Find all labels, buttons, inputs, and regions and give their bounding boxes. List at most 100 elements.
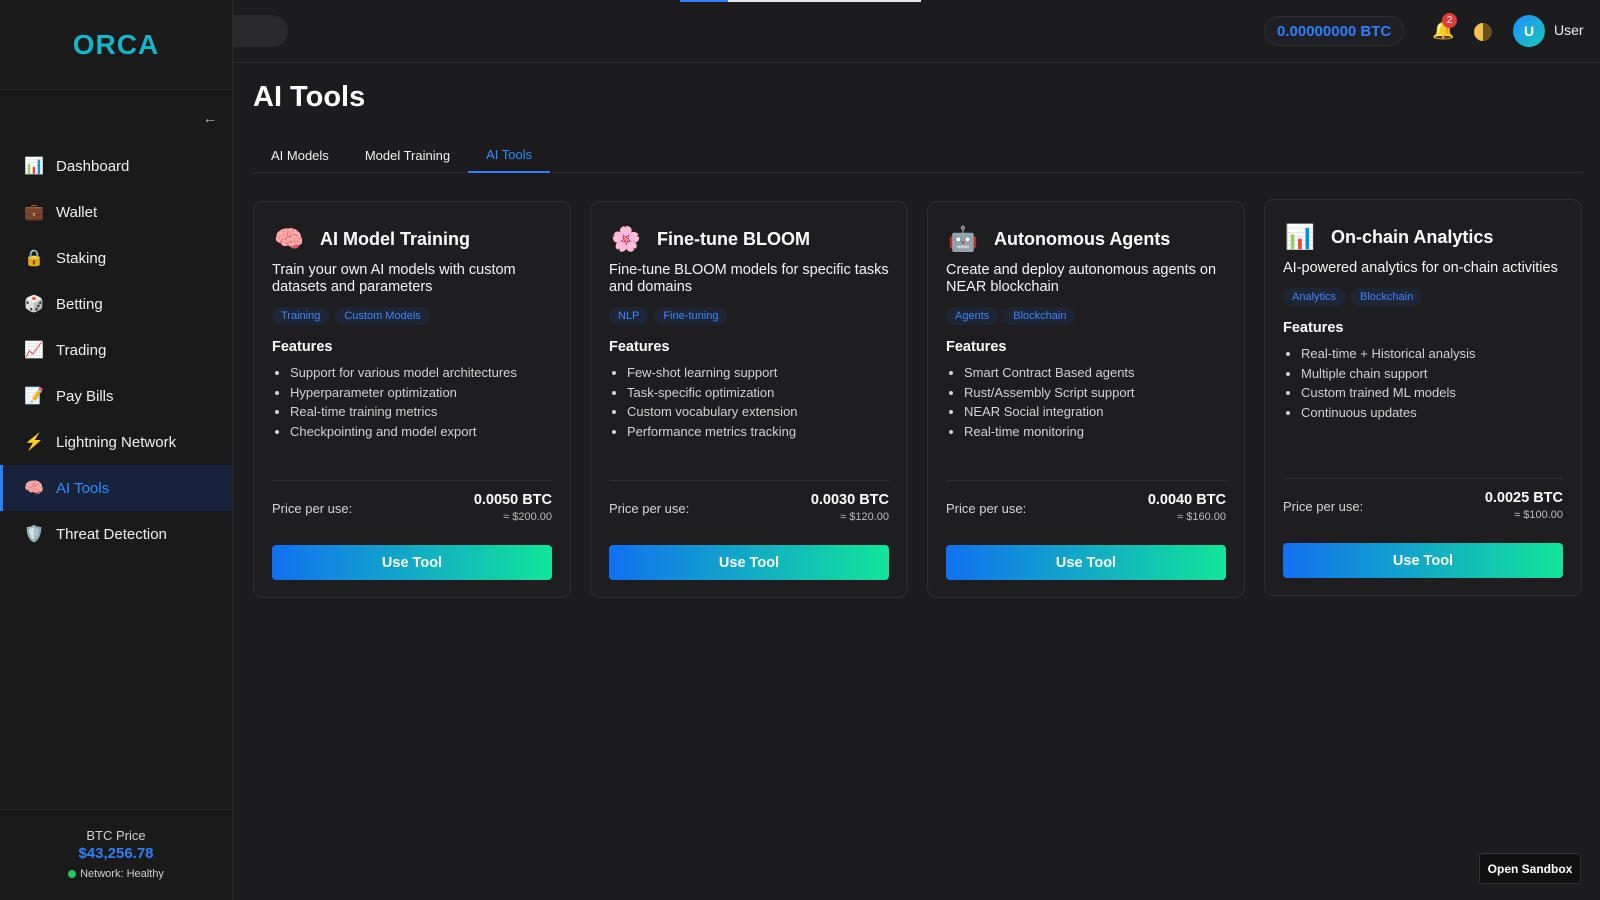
- tool-card-fine-tune-bloom: 🌸 Fine-tune BLOOM Fine-tune BLOOM models…: [590, 201, 908, 598]
- price-usd: ≈ $120.00: [840, 511, 889, 523]
- btc-price-label: BTC Price: [86, 828, 146, 843]
- card-divider: [272, 480, 552, 481]
- card-title: On-chain Analytics: [1331, 226, 1494, 247]
- feature-item: Real-time training metrics: [290, 402, 552, 422]
- tab-model-training[interactable]: Model Training: [347, 138, 468, 173]
- features-heading: Features: [272, 339, 333, 355]
- tool-card-ai-model-training: 🧠 AI Model Training Train your own AI mo…: [253, 201, 571, 598]
- sidebar-item-label: AI Tools: [56, 479, 110, 497]
- use-tool-button[interactable]: Use Tool: [1283, 543, 1563, 578]
- card-divider: [946, 480, 1226, 481]
- btc-balance-badge[interactable]: 0.00000000 BTC: [1264, 16, 1405, 46]
- card-header: 🌸 Fine-tune BLOOM: [609, 222, 889, 256]
- feature-item: Hyperparameter optimization: [290, 383, 552, 403]
- sidebar-item-label: Trading: [56, 341, 107, 359]
- feature-item: NEAR Social integration: [964, 402, 1226, 422]
- card-tags: Training Custom Models: [272, 307, 552, 325]
- price-usd: ≈ $200.00: [503, 511, 552, 523]
- shield-icon: 🛡️: [24, 526, 44, 543]
- feature-item: Real-time + Historical analysis: [1301, 344, 1563, 364]
- price-usd: ≈ $160.00: [1177, 511, 1226, 523]
- feature-item: Custom trained ML models: [1301, 383, 1563, 403]
- sidebar-item-threat-detection[interactable]: 🛡️ Threat Detection: [0, 511, 232, 557]
- tag: Blockchain: [1004, 307, 1076, 325]
- use-tool-button[interactable]: Use Tool: [272, 545, 552, 580]
- price-btc: 0.0050 BTC: [473, 492, 552, 508]
- feature-item: Real-time monitoring: [964, 422, 1226, 442]
- price-usd: ≈ $100.00: [1514, 509, 1563, 521]
- card-description: AI-powered analytics for on-chain activi…: [1283, 260, 1558, 276]
- card-description: Fine-tune BLOOM models for specific task…: [609, 262, 889, 295]
- features-heading: Features: [609, 339, 670, 355]
- feature-item: Checkpointing and model export: [290, 422, 552, 442]
- tag: Agents: [946, 307, 999, 325]
- theme-toggle-icon[interactable]: [1474, 23, 1492, 41]
- feature-item: Support for various model architectures: [290, 363, 552, 383]
- tab-ai-tools[interactable]: AI Tools: [468, 138, 551, 173]
- sidebar-item-lightning-network[interactable]: ⚡ Lightning Network: [0, 419, 232, 465]
- feature-item: Performance metrics tracking: [627, 422, 889, 442]
- sidebar-item-label: Lightning Network: [56, 433, 177, 451]
- btc-price-value: $43,256.78: [78, 845, 154, 862]
- app-logo[interactable]: ORCA: [73, 29, 159, 61]
- card-description: Train your own AI models with custom dat…: [272, 262, 516, 295]
- sidebar-item-ai-tools[interactable]: 🧠 AI Tools: [0, 465, 232, 511]
- card-divider: [1283, 478, 1563, 479]
- sidebar-item-staking[interactable]: 🔒 Staking: [0, 235, 232, 281]
- notification-bell-icon[interactable]: 🔔 2: [1432, 13, 1457, 42]
- sidebar-item-label: Betting: [56, 295, 103, 313]
- feature-item: Custom vocabulary extension: [627, 402, 889, 422]
- brain-icon: 🧠: [24, 480, 44, 497]
- open-sandbox-button[interactable]: Open Sandbox: [1479, 853, 1581, 884]
- price-values: 0.0025 BTC ≈ $100.00: [1485, 490, 1563, 521]
- price-label: Price per use:: [946, 501, 1027, 516]
- sidebar-item-label: Wallet: [56, 203, 98, 221]
- card-title: Fine-tune BLOOM: [657, 228, 810, 249]
- briefcase-icon: 💼: [24, 204, 44, 221]
- tool-card-on-chain-analytics: 📊 On-chain Analytics AI-powered analytic…: [1264, 199, 1582, 596]
- lock-icon: 🔒: [24, 250, 44, 267]
- use-tool-button[interactable]: Use Tool: [609, 545, 889, 580]
- memo-icon: 📝: [24, 388, 44, 405]
- loading-progress-bar: [680, 0, 921, 2]
- card-title: Autonomous Agents: [994, 228, 1171, 249]
- dice-icon: 🎲: [24, 296, 44, 313]
- avatar[interactable]: U: [1513, 15, 1545, 47]
- sidebar-item-wallet[interactable]: 💼 Wallet: [0, 189, 232, 235]
- search-pill[interactable]: [233, 15, 288, 47]
- tag: Fine-tuning: [654, 307, 728, 325]
- sidebar-item-label: Staking: [56, 249, 107, 267]
- tag: Blockchain: [1351, 288, 1423, 306]
- features-heading: Features: [1283, 320, 1344, 336]
- tab-ai-models[interactable]: AI Models: [253, 138, 347, 173]
- sidebar-item-dashboard[interactable]: 📊 Dashboard: [0, 143, 232, 189]
- line-chart-icon: 📈: [24, 342, 44, 359]
- card-header: 🤖 Autonomous Agents: [946, 222, 1226, 256]
- tool-cards: 🧠 AI Model Training Train your own AI mo…: [253, 199, 1583, 598]
- price-label: Price per use:: [609, 501, 690, 516]
- bar-chart-icon: 📊: [1285, 223, 1315, 251]
- sidebar-item-betting[interactable]: 🎲 Betting: [0, 281, 232, 327]
- price-row: Price per use: 0.0040 BTC ≈ $160.00: [946, 492, 1226, 523]
- price-row: Price per use: 0.0025 BTC ≈ $100.00: [1283, 490, 1563, 521]
- network-status: Network: Healthy: [0, 868, 232, 880]
- use-tool-button[interactable]: Use Tool: [946, 545, 1226, 580]
- price-label: Price per use:: [272, 501, 353, 516]
- sidebar-nav: 📊 Dashboard 💼 Wallet 🔒 Staking 🎲 Betting…: [0, 143, 232, 557]
- sidebar-item-trading[interactable]: 📈 Trading: [0, 327, 232, 373]
- user-name[interactable]: User: [1554, 22, 1584, 38]
- features-list: Smart Contract Based agents Rust/Assembl…: [946, 363, 1226, 441]
- collapse-sidebar-icon[interactable]: ←: [200, 108, 220, 128]
- tag: Training: [272, 307, 330, 325]
- tag: Analytics: [1283, 288, 1346, 306]
- notification-count-badge: 2: [1442, 13, 1457, 28]
- price-values: 0.0050 BTC ≈ $200.00: [474, 492, 552, 523]
- sidebar-item-label: Dashboard: [56, 157, 130, 175]
- sidebar: ORCA ← 📊 Dashboard 💼 Wallet 🔒 Staking 🎲 …: [0, 0, 233, 900]
- price-values: 0.0030 BTC ≈ $120.00: [811, 492, 889, 523]
- tag: NLP: [609, 307, 649, 325]
- sidebar-item-pay-bills[interactable]: 📝 Pay Bills: [0, 373, 232, 419]
- feature-item: Task-specific optimization: [627, 383, 889, 403]
- brain-icon: 🧠: [274, 225, 304, 253]
- price-btc: 0.0025 BTC: [1484, 490, 1563, 506]
